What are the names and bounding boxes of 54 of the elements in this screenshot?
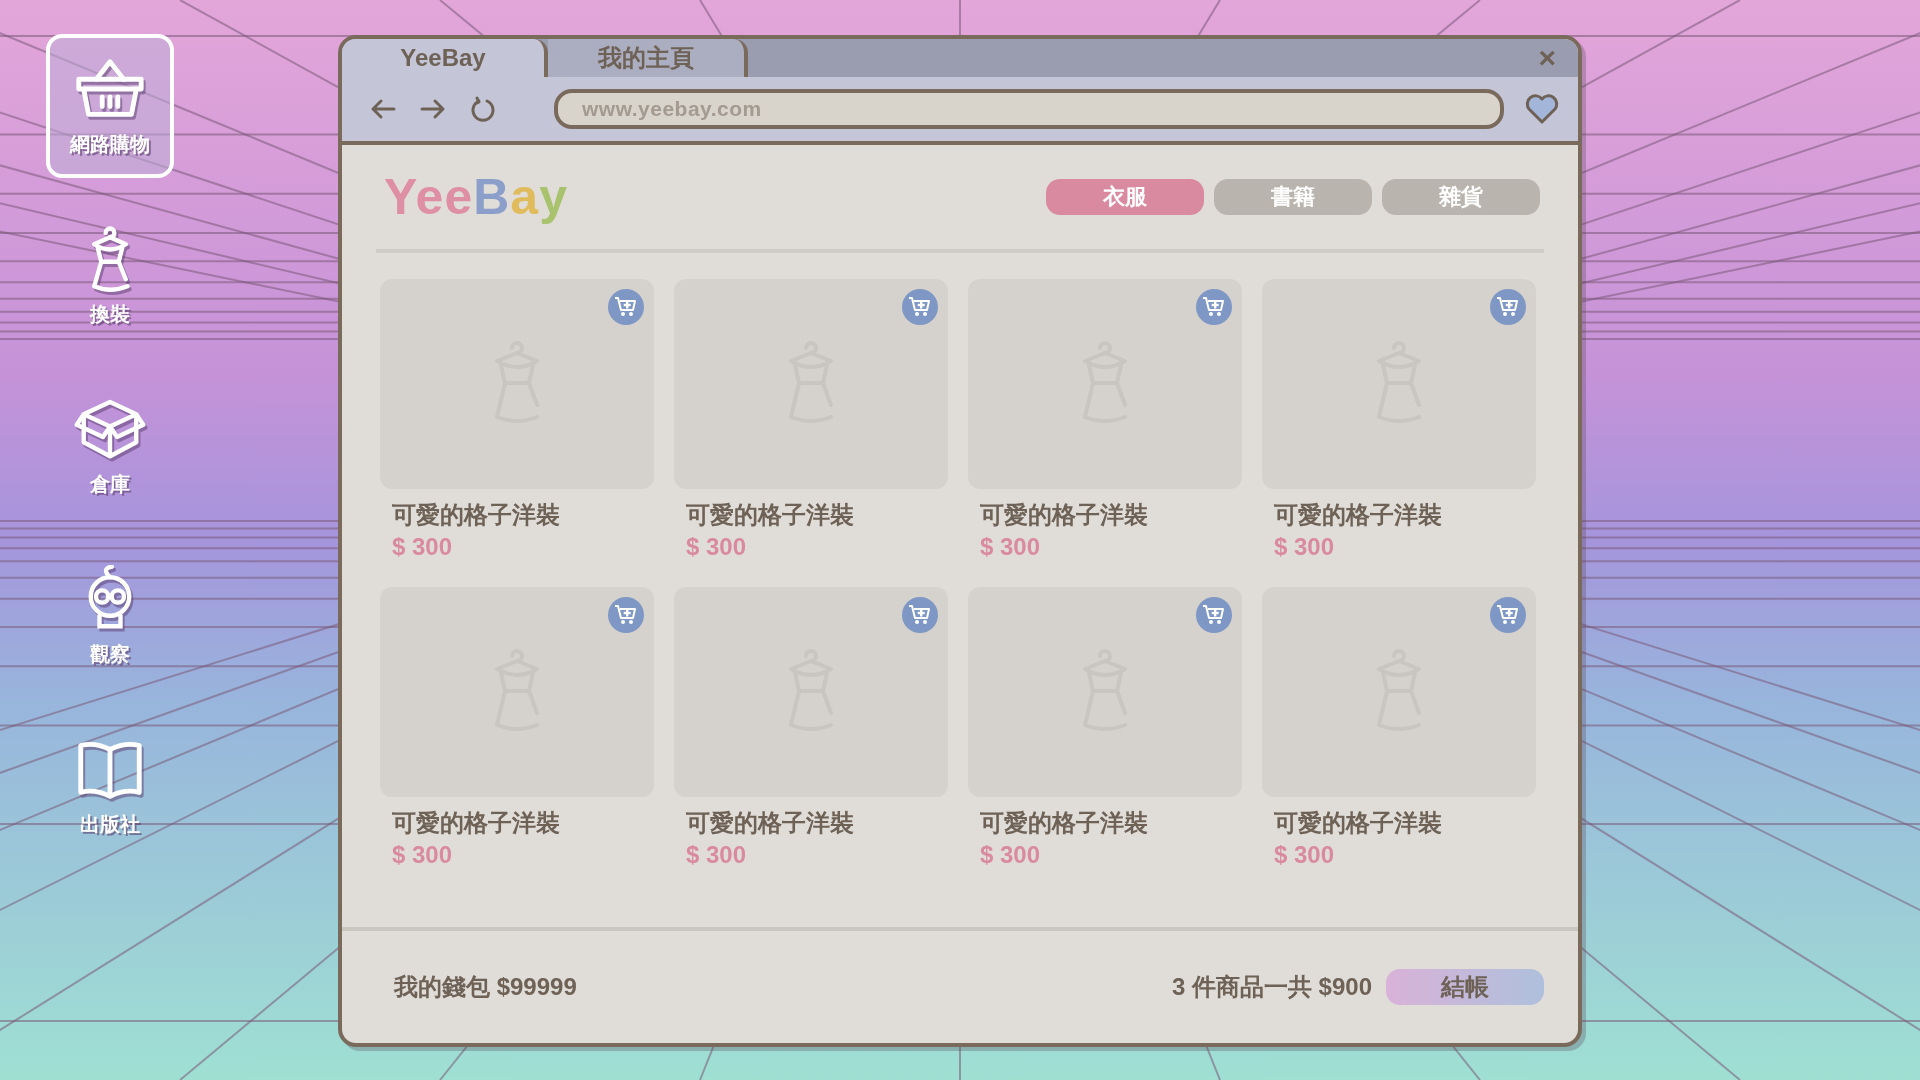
cart-icon xyxy=(1496,296,1520,318)
cart-icon xyxy=(1496,604,1520,626)
product-price: $ 300 xyxy=(686,533,748,561)
product-price: $ 300 xyxy=(392,533,454,561)
sidebar-item[interactable]: 出版社 xyxy=(46,714,174,858)
shop-logo: YeeBay xyxy=(384,168,568,226)
sidebar-item[interactable]: 觀察 xyxy=(46,544,174,688)
sidebar-item[interactable]: 倉庫 xyxy=(46,374,174,518)
category-tab[interactable]: 書籍 xyxy=(1214,179,1372,215)
close-button[interactable]: × xyxy=(1534,43,1560,73)
sidebar-label: 觀察 xyxy=(90,641,130,667)
product-name: 可愛的格子洋裝 xyxy=(980,500,1149,530)
category-tab[interactable]: 雜貨 xyxy=(1382,179,1540,215)
add-to-cart-button[interactable] xyxy=(608,289,644,325)
cart-icon xyxy=(1202,296,1226,318)
sidebar-label: 倉庫 xyxy=(90,471,130,497)
product-price: $ 300 xyxy=(1274,841,1336,869)
cart-icon xyxy=(614,296,638,318)
product-price: $ 300 xyxy=(392,841,454,869)
sidebar-item[interactable]: 網路購物 xyxy=(46,34,174,178)
heart-icon xyxy=(1524,93,1560,125)
add-to-cart-button[interactable] xyxy=(1490,289,1526,325)
add-to-cart-button[interactable] xyxy=(1196,597,1232,633)
product-price: $ 300 xyxy=(1274,533,1336,561)
add-to-cart-button[interactable] xyxy=(902,289,938,325)
browser-tab[interactable]: YeeBay xyxy=(342,39,548,77)
product-price: $ 300 xyxy=(980,841,1042,869)
sidebar-item[interactable]: 換裝 xyxy=(46,204,174,348)
product-name: 可愛的格子洋裝 xyxy=(392,808,561,838)
sidebar-label: 網路購物 xyxy=(70,131,150,157)
product-name: 可愛的格子洋裝 xyxy=(392,500,561,530)
product-name: 可愛的格子洋裝 xyxy=(686,808,855,838)
cart-icon xyxy=(908,604,932,626)
checkout-button[interactable]: 結帳 xyxy=(1386,969,1544,1005)
add-to-cart-button[interactable] xyxy=(1490,597,1526,633)
cart-icon xyxy=(614,604,638,626)
product-name: 可愛的格子洋裝 xyxy=(1274,808,1443,838)
address-field[interactable]: www.yeebay.com xyxy=(554,89,1504,129)
add-to-cart-button[interactable] xyxy=(902,597,938,633)
browser-tab[interactable]: 我的主頁 xyxy=(548,39,748,77)
product-name: 可愛的格子洋裝 xyxy=(980,808,1149,838)
add-to-cart-button[interactable] xyxy=(608,597,644,633)
product-name: 可愛的格子洋裝 xyxy=(1274,500,1443,530)
product-price: $ 300 xyxy=(686,841,748,869)
product-price: $ 300 xyxy=(980,533,1042,561)
cart-icon xyxy=(1202,604,1226,626)
sidebar-label: 出版社 xyxy=(80,811,140,837)
add-to-cart-button[interactable] xyxy=(1196,289,1232,325)
category-tab[interactable]: 衣服 xyxy=(1046,179,1204,215)
cart-icon xyxy=(908,296,932,318)
product-name: 可愛的格子洋裝 xyxy=(686,500,855,530)
sidebar-label: 換裝 xyxy=(90,301,130,327)
wallet-balance: 我的錢包 $99999 xyxy=(394,972,577,1002)
cart-summary: 3 件商品一共 $900 xyxy=(1171,972,1372,1002)
